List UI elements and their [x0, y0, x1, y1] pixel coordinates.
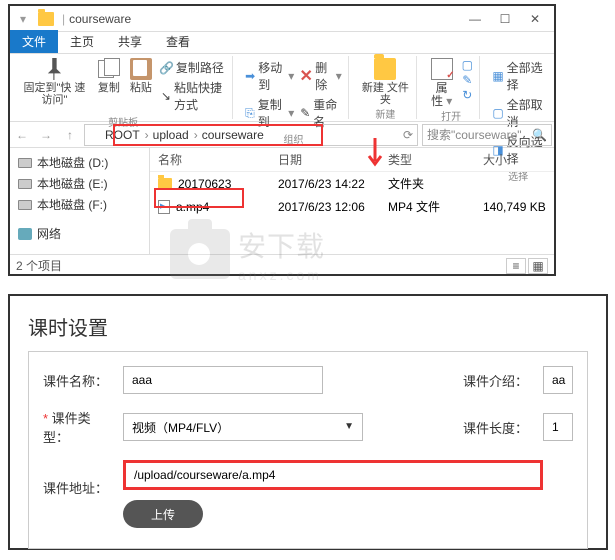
col-type[interactable]: 类型	[388, 151, 483, 168]
copy-to-icon: ⎘	[245, 107, 255, 119]
properties-button[interactable]: 属性 ▾	[427, 58, 456, 108]
copy-icon	[98, 58, 120, 80]
close-button[interactable]: ✕	[520, 9, 550, 29]
path-input[interactable]: /upload/courseware/a.mp4	[123, 460, 543, 490]
name-label: 课件名称：	[43, 371, 113, 390]
sidebar-homegroup[interactable]: 家庭组	[10, 252, 149, 254]
intro-label: 课件介绍：	[463, 371, 533, 390]
delete-button[interactable]: ✕删除▾	[298, 58, 344, 94]
shortcut-icon: ↘	[161, 90, 171, 102]
copy-path-button[interactable]: 🔗复制路径	[159, 58, 228, 77]
type-label: 课件类型：	[43, 408, 113, 446]
link-icon: 🔗	[161, 62, 173, 74]
forward-button[interactable]: →	[36, 125, 56, 145]
sidebar-drive-e[interactable]: 本地磁盘 (E:)	[10, 173, 149, 194]
dropdown-icon[interactable]: ⟳	[403, 128, 413, 142]
search-icon: 🔍	[532, 128, 547, 142]
length-label: 课件长度：	[463, 418, 533, 437]
addr-label: 课件地址：	[43, 460, 113, 497]
status-bar: 2 个项目 ≡ ▦	[10, 254, 554, 276]
history-down-icon[interactable]: ▾	[14, 10, 32, 28]
tab-home[interactable]: 主页	[58, 30, 106, 53]
ribbon: 固定到"快 速访问" 复制 粘贴 🔗复制路径 ↘粘贴快捷方式 剪贴板 ➡移动到▾…	[10, 54, 554, 122]
rename-icon: ✎	[300, 107, 310, 119]
tab-view[interactable]: 查看	[154, 30, 202, 53]
drive-icon	[18, 158, 32, 168]
tab-share[interactable]: 共享	[106, 30, 154, 53]
col-name[interactable]: 名称	[158, 151, 278, 168]
view-details-button[interactable]: ≡	[506, 258, 526, 274]
paste-icon	[130, 58, 152, 80]
settings-panel: 课时设置 课件名称： aaa 课件介绍： aa 课件类型： 视频（MP4/FLV…	[8, 294, 608, 550]
panel-title: 课时设置	[28, 312, 588, 341]
edit-button[interactable]: ✎	[459, 73, 475, 87]
address-bar[interactable]: ROOT› upload› courseware ⟳	[84, 124, 418, 146]
drive-icon	[18, 200, 32, 210]
folder-icon	[158, 178, 172, 190]
delete-icon: ✕	[300, 70, 312, 82]
group-label: 打开	[441, 108, 461, 123]
tab-file[interactable]: 文件	[10, 30, 58, 53]
copy-button[interactable]: 复制	[95, 58, 123, 114]
group-label: 新建	[375, 106, 395, 121]
paste-button[interactable]: 粘贴	[127, 58, 155, 114]
file-list: 名称 日期 类型 大小 20170623 2017/6/23 14:22 文件夹…	[150, 148, 554, 254]
intro-input[interactable]: aa	[543, 366, 573, 394]
breadcrumb-item[interactable]: upload›	[153, 128, 200, 142]
new-folder-button[interactable]: 新建 文件夹	[359, 58, 412, 106]
col-date[interactable]: 日期	[278, 151, 388, 168]
history-icon: ↻	[461, 89, 473, 101]
new-folder-icon	[374, 58, 396, 80]
title-bar: ▾ | courseware — ☐ ✕	[10, 6, 554, 32]
open-button[interactable]: ▢	[459, 58, 475, 72]
pin-icon	[43, 58, 65, 80]
sidebar-drive-d[interactable]: 本地磁盘 (D:)	[10, 152, 149, 173]
upload-button[interactable]: 上传	[123, 500, 203, 528]
window-title: courseware	[69, 12, 460, 26]
explorer-window: ▾ | courseware — ☐ ✕ 文件 主页 共享 查看 固定到"快 速…	[8, 4, 556, 276]
properties-icon	[431, 58, 453, 80]
address-bar-row: ← → ↑ ROOT› upload› courseware ⟳ 搜索"cour…	[10, 122, 554, 148]
file-row[interactable]: a.mp4 2017/6/23 12:06 MP4 文件 140,749 KB	[150, 195, 554, 218]
move-to-button[interactable]: ➡移动到▾	[243, 58, 296, 94]
pin-quick-access-button[interactable]: 固定到"快 速访问"	[18, 58, 91, 114]
history-button[interactable]: ↻	[459, 88, 475, 102]
sidebar-network[interactable]: 网络	[10, 223, 149, 244]
item-count: 2 个项目	[16, 257, 62, 274]
ribbon-tabs: 文件 主页 共享 查看	[10, 32, 554, 54]
name-input[interactable]: aaa	[123, 366, 323, 394]
video-file-icon	[158, 200, 170, 214]
folder-icon	[89, 129, 103, 141]
separator: |	[62, 12, 65, 26]
col-size[interactable]: 大小	[483, 151, 546, 168]
drive-icon	[18, 179, 32, 189]
length-input[interactable]: 1	[543, 413, 573, 441]
move-icon: ➡	[245, 70, 255, 82]
type-select[interactable]: 视频（MP4/FLV）	[123, 413, 363, 441]
select-all-icon: ▦	[492, 70, 503, 82]
maximize-button[interactable]: ☐	[490, 9, 520, 29]
folder-icon	[38, 12, 54, 26]
column-headers[interactable]: 名称 日期 类型 大小	[150, 148, 554, 172]
breadcrumb-item[interactable]: ROOT›	[105, 128, 151, 142]
network-icon	[18, 228, 32, 240]
select-none-icon: ▢	[492, 107, 503, 119]
edit-icon: ✎	[461, 74, 473, 86]
file-row[interactable]: 20170623 2017/6/23 14:22 文件夹	[150, 172, 554, 195]
nav-pane: 本地磁盘 (D:) 本地磁盘 (E:) 本地磁盘 (F:) 网络 家庭组	[10, 148, 150, 254]
form-container: 课件名称： aaa 课件介绍： aa 课件类型： 视频（MP4/FLV） 课件长…	[28, 351, 588, 549]
up-button[interactable]: ↑	[60, 125, 80, 145]
breadcrumb-item[interactable]: courseware	[202, 128, 264, 142]
back-button[interactable]: ←	[12, 125, 32, 145]
sidebar-drive-f[interactable]: 本地磁盘 (F:)	[10, 194, 149, 215]
view-icons-button[interactable]: ▦	[528, 258, 548, 274]
select-all-button[interactable]: ▦全部选择	[490, 58, 546, 94]
minimize-button[interactable]: —	[460, 9, 490, 29]
open-icon: ▢	[461, 59, 473, 71]
search-input[interactable]: 搜索"courseware"🔍	[422, 124, 552, 146]
paste-shortcut-button[interactable]: ↘粘贴快捷方式	[159, 78, 228, 114]
